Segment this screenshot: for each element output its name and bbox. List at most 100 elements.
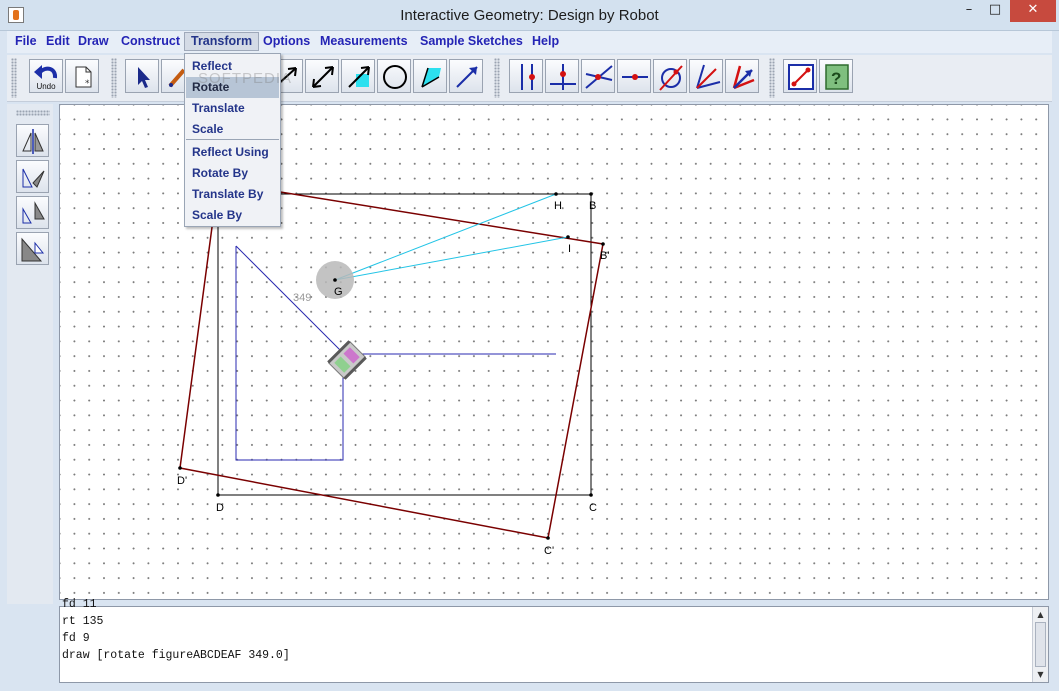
menu-item-reflect-using[interactable]: Reflect Using: [186, 142, 279, 163]
circle-point-icon: [659, 65, 683, 91]
menu-edit[interactable]: Edit: [40, 33, 76, 52]
ray-tool-button[interactable]: [305, 59, 339, 93]
label-b: B: [589, 200, 596, 212]
vector-icon: [456, 66, 478, 88]
transform-palette: [7, 104, 53, 604]
maximize-button[interactable]: □: [982, 0, 1008, 22]
select-arrow-icon: [138, 67, 150, 88]
robot-turtle-icon[interactable]: [327, 340, 367, 380]
perpendicular-tool-button[interactable]: [545, 59, 579, 93]
point-d-prime[interactable]: [178, 466, 182, 470]
point-g[interactable]: [333, 278, 337, 282]
segment-ray-tool-button[interactable]: [341, 59, 375, 93]
midpoint-tool-button[interactable]: [617, 59, 651, 93]
coordinate-tool-button[interactable]: [783, 59, 817, 93]
rotate-tool-button[interactable]: [16, 160, 49, 193]
menu-item-translate-by[interactable]: Translate By: [186, 184, 279, 205]
console-line: fd 11: [62, 598, 97, 611]
point-i[interactable]: [566, 235, 570, 239]
label-g: G: [334, 286, 343, 298]
reflect-tool-button[interactable]: [16, 124, 49, 157]
label-d: D: [216, 502, 224, 514]
new-sketch-button[interactable]: *: [65, 59, 99, 93]
circle-point-tool-button[interactable]: [653, 59, 687, 93]
scale-tool-icon: [21, 237, 45, 262]
vector-tool-button[interactable]: [449, 59, 483, 93]
angle-tool-button[interactable]: [725, 59, 759, 93]
toolbar-grip[interactable]: [494, 58, 500, 98]
palette-grip[interactable]: [16, 110, 50, 116]
translate-tool-button[interactable]: [16, 196, 49, 229]
point-c-prime[interactable]: [546, 536, 550, 540]
scale-tool-button[interactable]: [16, 232, 49, 265]
toolbar-grip[interactable]: [769, 58, 775, 98]
select-tool-button[interactable]: [125, 59, 159, 93]
circle-tool-button[interactable]: [377, 59, 411, 93]
point-b-prime[interactable]: [601, 242, 605, 246]
point-c[interactable]: [589, 493, 593, 497]
label-h: H: [554, 200, 562, 212]
rotated-rectangle[interactable]: [179, 181, 604, 539]
point-b[interactable]: [589, 192, 593, 196]
svg-text:*: *: [85, 79, 90, 89]
parallel-tool-button[interactable]: [509, 59, 543, 93]
label-c: C: [589, 502, 597, 514]
rotate-tool-icon: [22, 168, 45, 188]
circle-icon: [383, 65, 407, 89]
translate-tool-icon: [22, 201, 45, 224]
menu-item-scale-by[interactable]: Scale By: [186, 205, 279, 226]
polygon-tool-button[interactable]: [413, 59, 447, 93]
menu-construct[interactable]: Construct: [115, 33, 186, 52]
menu-help[interactable]: Help: [526, 33, 565, 52]
scroll-thumb[interactable]: [1035, 622, 1046, 667]
ray-icon: [312, 66, 334, 88]
point-h[interactable]: [554, 192, 558, 196]
new-sketch-icon: *: [75, 66, 92, 89]
angle-bisector-icon: [696, 64, 721, 89]
window-title: Interactive Geometry: Design by Robot: [400, 7, 659, 24]
menu-separator: [186, 139, 279, 140]
menu-transform[interactable]: Transform: [184, 32, 260, 51]
polygon-icon: [421, 67, 441, 88]
midpoint-icon: [622, 74, 648, 80]
scroll-down-arrow-icon[interactable]: ▼: [1033, 667, 1048, 682]
console-scrollbar[interactable]: ▲ ▼: [1032, 607, 1048, 682]
point-d[interactable]: [216, 493, 220, 497]
main-toolbar: Undo * ?: [7, 55, 1052, 102]
ray-g-to-i[interactable]: [334, 236, 569, 281]
menu-item-translate[interactable]: Translate: [186, 98, 279, 119]
softpedia-watermark: SOFTPEDIA: [198, 70, 293, 87]
menu-item-rotate-by[interactable]: Rotate By: [186, 163, 279, 184]
svg-text:?: ?: [831, 69, 841, 88]
original-rectangle[interactable]: [217, 193, 592, 496]
menu-file[interactable]: File: [9, 33, 43, 52]
undo-button[interactable]: Undo: [29, 59, 63, 93]
close-button[interactable]: ✕: [1010, 0, 1056, 22]
help-icon: ?: [825, 64, 849, 90]
minimize-button[interactable]: –: [956, 0, 982, 22]
segment-ray-icon: [348, 66, 370, 88]
label-b-prime: B': [600, 250, 609, 262]
help-tool-button[interactable]: ?: [819, 59, 853, 93]
command-console[interactable]: fd 11 rt 135 fd 9 draw [rotate figureABC…: [59, 598, 1049, 683]
menu-draw[interactable]: Draw: [72, 33, 115, 52]
vertex-points: [178, 192, 605, 540]
intersection-tool-button[interactable]: [581, 59, 615, 93]
undo-label: Undo: [36, 82, 56, 91]
toolbar-grip[interactable]: [111, 58, 117, 98]
reflect-tool-icon: [22, 129, 44, 154]
menu-sample-sketches[interactable]: Sample Sketches: [414, 33, 529, 52]
intersection-icon: [585, 65, 613, 89]
toolbar-grip[interactable]: [11, 58, 17, 98]
scroll-up-arrow-icon[interactable]: ▲: [1033, 607, 1048, 622]
console-line: draw [rotate figureABCDEAF 349.0]: [62, 649, 290, 662]
label-i: I: [568, 243, 571, 255]
menu-options[interactable]: Options: [257, 33, 316, 52]
menu-item-scale[interactable]: Scale: [186, 119, 279, 140]
label-c-prime: C': [544, 545, 554, 557]
label-d-prime: D': [177, 475, 187, 487]
angle-bisector-tool-button[interactable]: [689, 59, 723, 93]
menu-bar: File Edit Draw Construct Transform Optio…: [7, 31, 1052, 53]
angle-icon: [732, 65, 755, 90]
menu-measurements[interactable]: Measurements: [314, 33, 414, 52]
